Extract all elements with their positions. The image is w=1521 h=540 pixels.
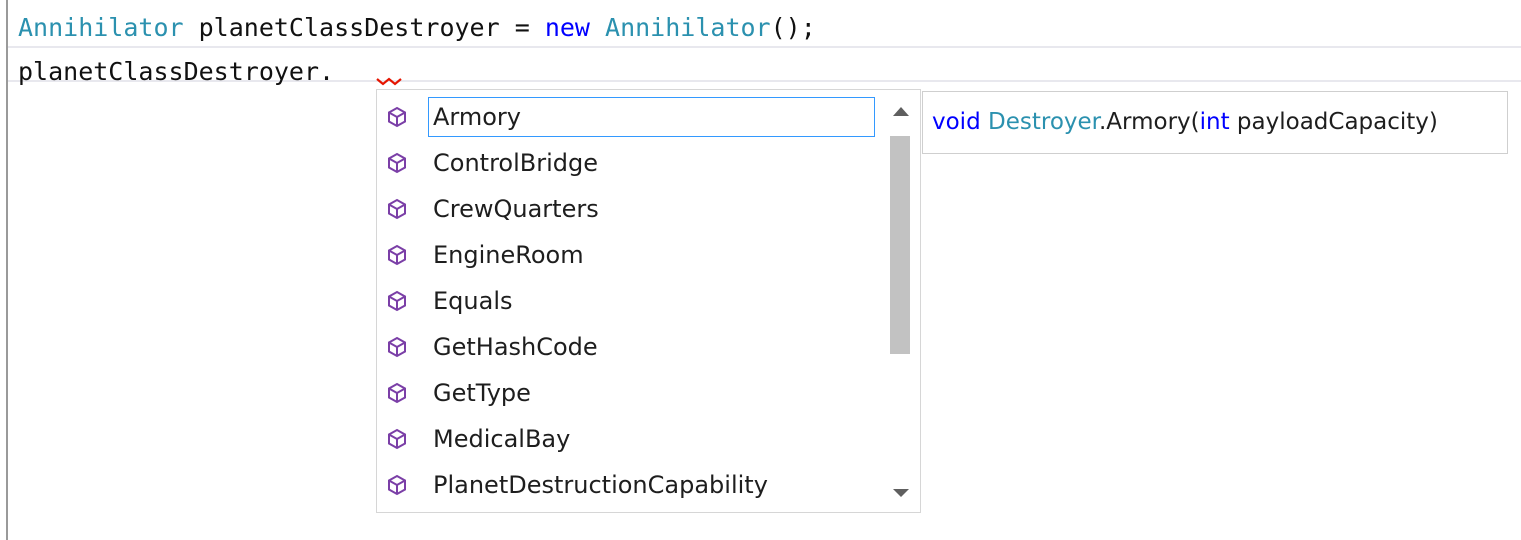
identifier-token: planetClassDestroyer = [183,13,545,42]
completion-item-label: GetType [433,379,531,407]
completion-item-label: MedicalBay [433,425,571,453]
code-editor[interactable]: Annihilator planetClassDestroyer = new A… [0,0,1521,540]
tooltip-param-name: payloadCapacity) [1229,109,1438,135]
error-squiggle [376,77,402,86]
completion-item-label: CrewQuarters [433,195,599,223]
completion-item-label: ControlBridge [433,149,598,177]
method-cube-icon [388,382,406,404]
code-line-1[interactable]: Annihilator planetClassDestroyer = new A… [18,8,816,48]
tooltip-return-type: void [932,109,981,135]
constructor-type-token: Annihilator [605,13,771,42]
tooltip-class-name: Destroyer [988,109,1099,135]
completion-item-label: Equals [433,287,513,315]
method-cube-icon [388,152,406,174]
code-line-2[interactable]: planetClassDestroyer. [18,52,334,92]
method-cube-icon [388,198,406,220]
method-cube-icon [388,474,406,496]
completion-item[interactable]: CrewQuarters [377,186,877,232]
completion-item[interactable]: PlanetDestructionCapability [377,462,877,508]
intellisense-completion-list[interactable]: Armory ControlBridge CrewQuarters EngineRoo… [376,89,921,513]
scroll-down-arrow-icon[interactable] [890,484,912,502]
completion-item[interactable]: EngineRoom [377,232,877,278]
completion-item-label: EngineRoom [433,241,584,269]
completion-item[interactable]: Armory [377,94,877,140]
tooltip-param-type: int [1199,109,1230,135]
completion-item[interactable]: GetType [377,370,877,416]
scroll-up-arrow-icon[interactable] [890,102,912,120]
method-cube-icon [388,244,406,266]
completion-item-label: Armory [433,103,521,131]
member-access-text: planetClassDestroyer. [18,57,335,86]
quick-info-tooltip: void Destroyer.Armory(int payloadCapacit… [922,91,1508,154]
method-cube-icon [388,336,406,358]
completion-item-label: PlanetDestructionCapability [433,471,768,499]
keyword-token: new [544,13,590,42]
method-cube-icon [388,290,406,312]
tooltip-method-name: .Armory( [1099,109,1200,135]
type-token: Annihilator [18,13,184,42]
completion-item-label: GetHashCode [433,333,598,361]
method-cube-icon [388,106,406,128]
completion-item[interactable]: MedicalBay [377,416,877,462]
method-cube-icon [388,428,406,450]
call-tail-token: (); [770,13,816,42]
completion-item[interactable]: GetHashCode [377,324,877,370]
completion-item[interactable]: Equals [377,278,877,324]
completion-item[interactable]: ControlBridge [377,140,877,186]
completion-scrollbar[interactable] [888,96,914,508]
scroll-thumb[interactable] [890,136,910,354]
